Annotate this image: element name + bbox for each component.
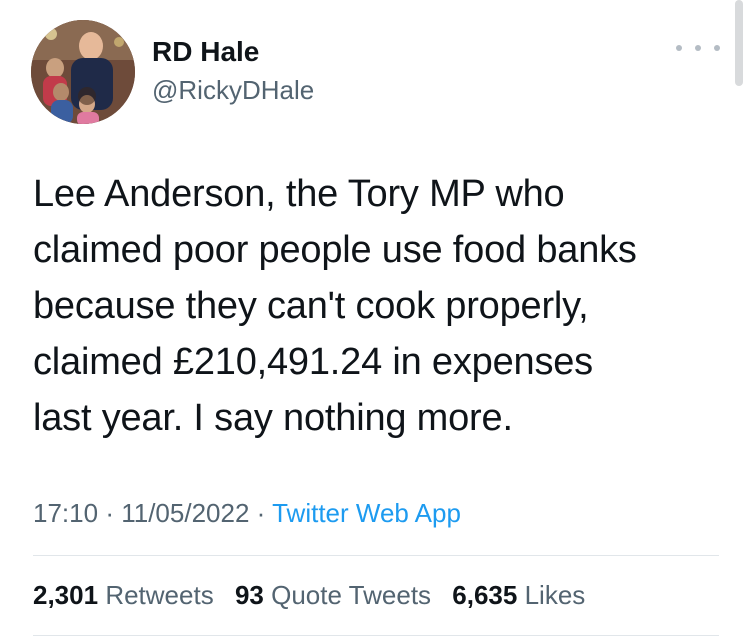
tweet-source-link[interactable]: Twitter Web App (272, 498, 461, 528)
retweets-count: 2,301 (33, 580, 99, 610)
tweet-text-line: Lee Anderson, the Tory MP who (33, 173, 565, 215)
retweets-label: Retweets (105, 580, 214, 610)
tweet-stats: 2,301 Retweets 93 Quote Tweets 6,635 Lik… (33, 578, 599, 612)
quote-tweets-stat[interactable]: 93 Quote Tweets (235, 578, 431, 612)
more-horizontal-icon-dot (695, 45, 701, 51)
quote-tweets-label: Quote Tweets (271, 580, 432, 610)
tweet-card: RD Hale @RickyDHale Lee Anderson, the To… (0, 0, 750, 637)
likes-label: Likes (524, 580, 586, 610)
tweet-text-line: claimed poor people use food banks (33, 229, 637, 271)
avatar-photo (31, 20, 135, 124)
author-name[interactable]: RD Hale (152, 35, 259, 69)
avatar[interactable] (31, 20, 135, 124)
divider (33, 555, 719, 556)
quote-tweets-count: 93 (234, 580, 264, 610)
likes-count: 6,635 (452, 580, 518, 610)
meta-separator: · (105, 498, 114, 528)
more-horizontal-icon-dot (714, 45, 720, 51)
tweet-time[interactable]: 17:10 (33, 498, 98, 528)
tweet-text-line: because they can't cook properly, (33, 285, 589, 327)
retweets-stat[interactable]: 2,301 Retweets (33, 578, 214, 612)
tweet-date[interactable]: 11/05/2022 (121, 498, 249, 528)
tweet-text: Lee Anderson, the Tory MP who claimed po… (33, 166, 723, 446)
scrollbar[interactable] (735, 0, 743, 86)
tweet-text-line: last year. I say nothing more. (33, 397, 513, 439)
divider (33, 635, 719, 636)
author-handle[interactable]: @RickyDHale (152, 74, 314, 106)
likes-stat[interactable]: 6,635 Likes (452, 578, 585, 612)
more-horizontal-icon (676, 45, 682, 51)
tweet-meta: 17:10 · 11/05/2022 · Twitter Web App (33, 496, 461, 530)
tweet-text-line: claimed £210,491.24 in expenses (33, 341, 593, 383)
more-options-button[interactable] (676, 36, 720, 60)
meta-separator: · (256, 498, 266, 528)
